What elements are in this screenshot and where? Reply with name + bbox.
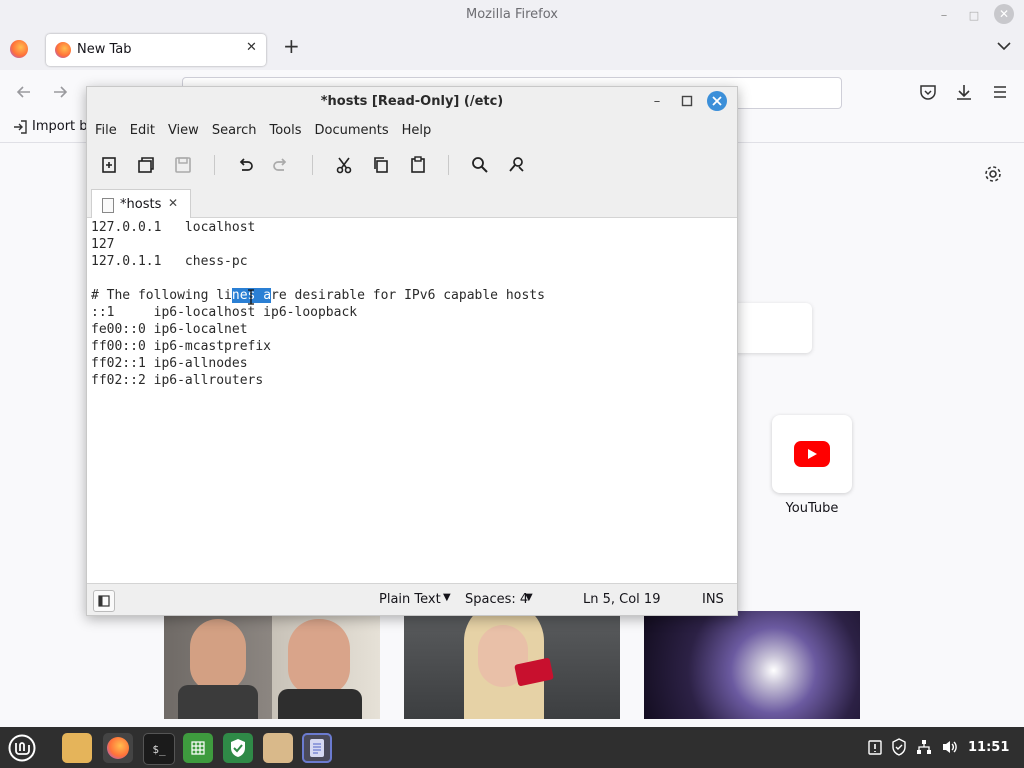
copy-icon[interactable] [369, 153, 393, 177]
menu-file[interactable]: File [95, 123, 117, 138]
text-file-icon [102, 198, 114, 213]
gedit-toolbar [87, 143, 737, 187]
paste-icon[interactable] [406, 153, 430, 177]
spaces-selector[interactable]: Spaces: 4 [465, 592, 528, 607]
story-thumbnail-mugshots[interactable] [164, 611, 380, 719]
gedit-maximize-icon[interactable] [679, 93, 695, 109]
redo-icon[interactable] [269, 153, 293, 177]
text-line: fe00::0 ip6-localnet [91, 322, 248, 337]
gedit-document-tabs: *hosts ✕ [87, 187, 737, 219]
menu-tools[interactable]: Tools [269, 123, 301, 138]
pocket-icon[interactable] [918, 82, 938, 102]
search-box[interactable] [730, 303, 812, 353]
text-editor-area[interactable]: 127.0.0.1 localhost 127 127.0.1.1 chess-… [87, 218, 737, 582]
text-editor-icon[interactable] [302, 733, 332, 763]
shirt-image [278, 689, 362, 719]
gedit-minimize-icon[interactable]: – [649, 93, 665, 109]
volume-icon[interactable] [940, 738, 960, 756]
spaces-dropdown-icon[interactable]: ▼ [525, 592, 533, 603]
document-tab-hosts[interactable]: *hosts ✕ [91, 189, 191, 219]
shield-icon[interactable] [223, 733, 253, 763]
gedit-statusbar: Plain Text ▼ Spaces: 4 ▼ Ln 5, Col 19 IN… [87, 583, 737, 615]
youtube-icon [794, 441, 830, 467]
list-tabs-chevron-icon[interactable] [996, 38, 1012, 54]
firefox-titlebar: Mozilla Firefox – □ ✕ [0, 0, 1024, 30]
text-line: ff02::2 ip6-allrouters [91, 373, 264, 388]
save-icon[interactable] [171, 153, 195, 177]
tab-close-icon[interactable]: ✕ [246, 40, 257, 55]
text-line: ff02::1 ip6-allnodes [91, 356, 248, 371]
minimize-icon[interactable]: – [934, 6, 954, 24]
text-line: 127.0.0.1 localhost [91, 220, 256, 235]
face-image [288, 619, 350, 695]
gear-icon[interactable] [982, 163, 1004, 185]
tab-label: New Tab [77, 42, 132, 57]
maximize-icon[interactable]: □ [964, 6, 984, 24]
youtube-shortcut-tile[interactable] [772, 415, 852, 493]
story-thumbnail-card[interactable] [404, 611, 620, 719]
story-thumbnail-space[interactable] [644, 611, 860, 719]
gedit-menubar: File Edit View Search Tools Documents He… [87, 117, 737, 143]
text-line: 127.0.1.1 chess-pc [91, 254, 248, 269]
menu-view[interactable]: View [168, 123, 199, 138]
undo-icon[interactable] [233, 153, 257, 177]
network-icon[interactable] [915, 738, 933, 756]
face-image [190, 619, 246, 691]
find-replace-icon[interactable] [505, 153, 529, 177]
text-line: 127 [91, 237, 115, 252]
youtube-shortcut-label[interactable]: YouTube [772, 501, 852, 516]
shirt-image [178, 685, 258, 719]
firefox-window-title: Mozilla Firefox [466, 7, 558, 22]
terminal-icon[interactable]: $_ [143, 733, 175, 765]
insert-mode: INS [702, 592, 724, 607]
text-before-selection: # The following li [91, 288, 232, 303]
text-line-selected: # The following lines are desirable for … [91, 287, 545, 304]
forward-icon[interactable] [50, 82, 70, 102]
gedit-close-icon[interactable] [707, 91, 727, 111]
menu-search[interactable]: Search [212, 123, 257, 138]
firefox-close-icon[interactable]: ✕ [994, 4, 1014, 24]
back-icon[interactable] [14, 82, 34, 102]
update-manager-icon[interactable] [866, 738, 884, 756]
gedit-titlebar: *hosts [Read-Only] (/etc) – [87, 87, 737, 117]
side-panel-toggle-icon[interactable] [93, 590, 115, 612]
text-after-selection: re desirable for IPv6 capable hosts [271, 288, 545, 303]
document-tab-close-icon[interactable]: ✕ [168, 196, 178, 210]
toolbar-separator [312, 155, 313, 175]
toolbar-separator [214, 155, 215, 175]
open-document-icon[interactable] [134, 153, 158, 177]
import-icon[interactable] [12, 119, 28, 135]
menu-help[interactable]: Help [402, 123, 432, 138]
firefox-view-icon[interactable] [10, 40, 28, 58]
toolbar-separator [448, 155, 449, 175]
gedit-window-title: *hosts [Read-Only] (/etc) [320, 94, 504, 109]
document-tab-label: *hosts [120, 197, 162, 212]
firefox-tab-newtab[interactable]: New Tab ✕ [46, 34, 266, 66]
find-icon[interactable] [468, 153, 492, 177]
ibeam-cursor-icon [247, 289, 255, 305]
spreadsheet-icon[interactable] [183, 733, 213, 763]
clock[interactable]: 11:51 [968, 740, 1009, 755]
text-line: ff00::0 ip6-mcastprefix [91, 339, 272, 354]
cut-icon[interactable] [332, 153, 356, 177]
firefox-taskbar-icon[interactable] [103, 733, 133, 763]
new-document-icon[interactable] [97, 153, 121, 177]
language-selector[interactable]: Plain Text [379, 592, 441, 607]
menu-documents[interactable]: Documents [315, 123, 389, 138]
import-bookmarks-link[interactable]: Import b [32, 119, 88, 134]
new-tab-plus-icon[interactable]: + [283, 34, 300, 64]
cursor-position: Ln 5, Col 19 [583, 592, 661, 607]
app-menu-icon[interactable] [990, 82, 1010, 102]
mint-menu-icon[interactable] [6, 732, 38, 764]
archive-manager-icon[interactable] [263, 733, 293, 763]
menu-edit[interactable]: Edit [130, 123, 155, 138]
downloads-icon[interactable] [954, 82, 974, 102]
text-line: ::1 ip6-localhost ip6-loopback [91, 305, 358, 320]
files-icon[interactable] [62, 733, 92, 763]
firefox-logo-icon [55, 42, 71, 58]
gedit-window: *hosts [Read-Only] (/etc) – File Edit Vi… [86, 86, 738, 616]
security-shield-icon[interactable] [890, 738, 908, 756]
language-dropdown-icon[interactable]: ▼ [443, 592, 451, 603]
